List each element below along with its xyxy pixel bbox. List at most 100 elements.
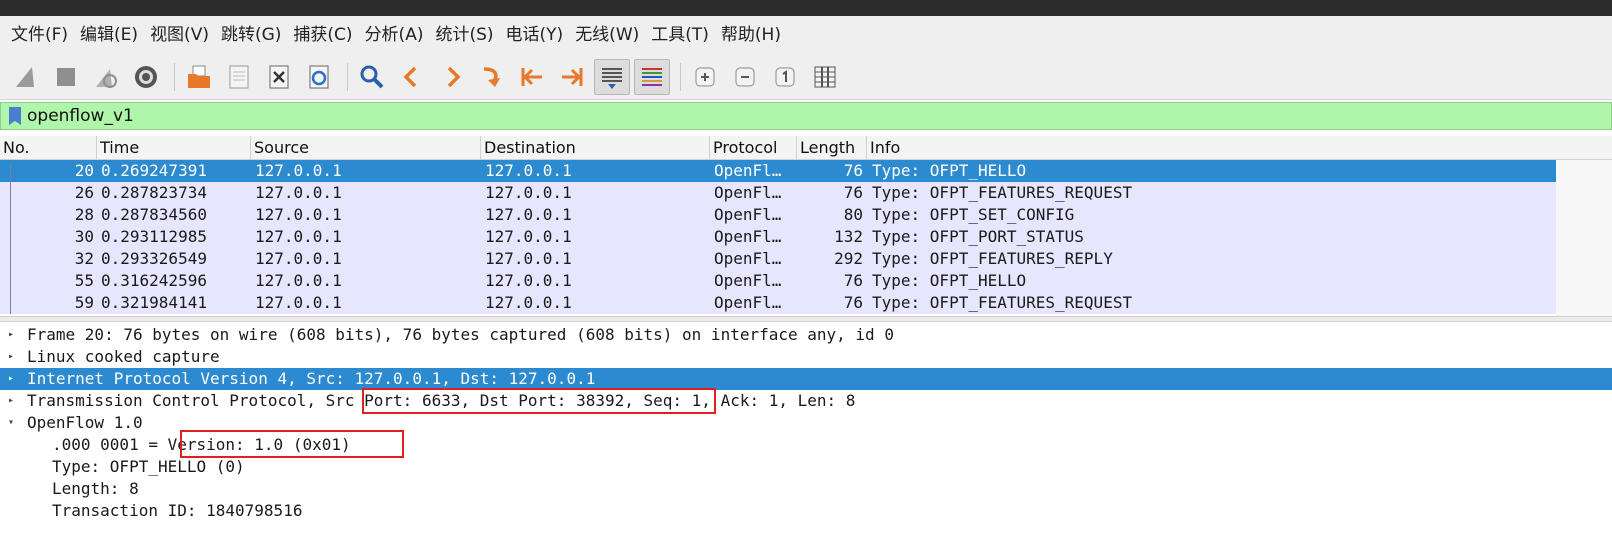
packet-source: 127.0.0.1 (255, 293, 342, 312)
packet-length: 76 (843, 161, 863, 180)
last-packet-button[interactable] (554, 59, 590, 95)
display-filter-bar[interactable]: openflow_v1 (0, 102, 1612, 130)
packet-no: 59 (74, 293, 94, 312)
toolbar-separator (680, 62, 681, 91)
packet-destination: 127.0.0.1 (485, 227, 572, 246)
packet-destination: 127.0.0.1 (485, 161, 572, 180)
packet-protocol: OpenFl… (714, 227, 782, 246)
toolbar-separator (347, 62, 348, 91)
packet-no: 55 (74, 271, 94, 290)
first-packet-icon (521, 67, 542, 86)
packet-info: Type: OFPT_HELLO (872, 271, 1027, 290)
packet-list-header: No. Time Source Destination Protocol Len… (0, 136, 1612, 160)
resize-columns-button[interactable] (807, 59, 843, 95)
menu-wireless[interactable]: 无线(W) (570, 16, 644, 54)
filter-bookmark-icon[interactable] (9, 107, 21, 125)
packet-info: Type: OFPT_FEATURES_REPLY (872, 249, 1113, 268)
restart-icon (96, 68, 117, 88)
expand-arrow-icon[interactable]: ▸ (8, 368, 18, 390)
packet-length: 76 (843, 271, 863, 290)
column-header-destination[interactable]: Destination (481, 136, 710, 160)
packet-row[interactable]: 28 0.287834560 127.0.0.1 127.0.0.1 OpenF… (0, 204, 1556, 226)
find-packet-button[interactable] (354, 59, 390, 95)
collapse-arrow-icon[interactable]: ▾ (8, 412, 18, 434)
tree-item-type[interactable]: Type: OFPT_HELLO (0) (0, 456, 1612, 478)
tree-item-ipv4[interactable]: ▸ Internet Protocol Version 4, Src: 127.… (0, 368, 1612, 390)
tree-item-length[interactable]: Length: 8 (0, 478, 1612, 500)
tree-item-label: Linux cooked capture (27, 347, 220, 366)
packet-protocol: OpenFl… (714, 293, 782, 312)
tree-item-label: Frame 20: 76 bytes on wire (608 bits), 7… (27, 325, 894, 344)
packet-details-tree: ▸ Frame 20: 76 bytes on wire (608 bits),… (0, 322, 1612, 554)
expand-arrow-icon[interactable]: ▸ (8, 390, 18, 412)
menu-analyze[interactable]: 分析(A) (360, 16, 429, 54)
packet-length: 76 (843, 293, 863, 312)
save-file-button[interactable] (221, 59, 257, 95)
menu-edit[interactable]: 编辑(E) (75, 16, 143, 54)
column-header-protocol[interactable]: Protocol (710, 136, 797, 160)
packet-length: 292 (834, 249, 863, 268)
colorize-icon (642, 67, 662, 86)
column-header-no[interactable]: No. (0, 136, 97, 160)
packet-destination: 127.0.0.1 (485, 205, 572, 224)
column-header-time[interactable]: Time (97, 136, 251, 160)
packet-list: No. Time Source Destination Protocol Len… (0, 136, 1612, 316)
packet-row[interactable]: 20 0.269247391 127.0.0.1 127.0.0.1 OpenF… (0, 160, 1556, 182)
tree-item-transaction-id[interactable]: Transaction ID: 1840798516 (0, 500, 1612, 522)
menu-view[interactable]: 视图(V) (145, 16, 214, 54)
packet-info: Type: OFPT_HELLO (872, 161, 1027, 180)
previous-packet-button[interactable] (394, 59, 430, 95)
menu-telephony[interactable]: 电话(Y) (501, 16, 569, 54)
menu-go[interactable]: 跳转(G) (216, 16, 286, 54)
capture-options-button[interactable] (128, 59, 164, 95)
tree-item-frame[interactable]: ▸ Frame 20: 76 bytes on wire (608 bits),… (0, 324, 1612, 346)
stop-capture-button[interactable] (48, 59, 84, 95)
tree-item-label: Internet Protocol Version 4, Src: 127.0.… (27, 369, 596, 388)
tree-item-linux-cooked[interactable]: ▸ Linux cooked capture (0, 346, 1612, 368)
restart-capture-button[interactable] (88, 59, 124, 95)
reload-file-button[interactable] (301, 59, 337, 95)
tree-item-tcp[interactable]: ▸ Transmission Control Protocol, Src Por… (0, 390, 1612, 412)
column-header-info[interactable]: Info (867, 136, 1612, 160)
stop-icon (57, 67, 75, 86)
menu-tools[interactable]: 工具(T) (646, 16, 714, 54)
zoom-out-button[interactable] (727, 59, 763, 95)
expand-arrow-icon[interactable]: ▸ (8, 346, 18, 368)
packet-no: 32 (74, 249, 94, 268)
packet-source: 127.0.0.1 (255, 249, 342, 268)
column-header-source[interactable]: Source (251, 136, 481, 160)
packet-row[interactable]: 30 0.293112985 127.0.0.1 127.0.0.1 OpenF… (0, 226, 1556, 248)
expand-arrow-icon[interactable]: ▸ (8, 324, 18, 346)
first-packet-button[interactable] (514, 59, 550, 95)
last-packet-icon (562, 67, 583, 86)
packet-protocol: OpenFl… (714, 205, 782, 224)
menu-statistics[interactable]: 统计(S) (430, 16, 498, 54)
menu-help[interactable]: 帮助(H) (716, 16, 786, 54)
options-gear-icon (135, 65, 157, 88)
close-file-button[interactable] (261, 59, 297, 95)
packet-row[interactable]: 59 0.321984141 127.0.0.1 127.0.0.1 OpenF… (0, 292, 1556, 314)
packet-list-scrollbar[interactable] (1556, 160, 1612, 316)
display-filter-input[interactable]: openflow_v1 (27, 106, 134, 126)
packet-protocol: OpenFl… (714, 161, 782, 180)
next-packet-button[interactable] (434, 59, 470, 95)
packet-row[interactable]: 32 0.293326549 127.0.0.1 127.0.0.1 OpenF… (0, 248, 1556, 270)
packet-row[interactable]: 26 0.287823734 127.0.0.1 127.0.0.1 OpenF… (0, 182, 1556, 204)
autoscroll-button[interactable] (594, 58, 630, 95)
open-folder-icon (188, 65, 210, 88)
packet-destination: 127.0.0.1 (485, 183, 572, 202)
open-file-button[interactable] (181, 59, 217, 95)
goto-packet-button[interactable] (474, 59, 510, 95)
menu-capture[interactable]: 捕获(C) (288, 16, 357, 54)
menu-file[interactable]: 文件(F) (6, 16, 73, 54)
menu-bar: 文件(F) 编辑(E) 视图(V) 跳转(G) 捕获(C) 分析(A) 统计(S… (0, 16, 1612, 54)
packet-row[interactable]: 55 0.316242596 127.0.0.1 127.0.0.1 OpenF… (0, 270, 1556, 292)
packet-no: 26 (74, 183, 94, 202)
packet-destination: 127.0.0.1 (485, 271, 572, 290)
colorize-button[interactable] (634, 58, 670, 95)
normal-size-button[interactable] (767, 59, 803, 95)
start-capture-button[interactable] (8, 59, 44, 95)
column-header-length[interactable]: Length (797, 136, 867, 160)
zoom-in-button[interactable] (687, 59, 723, 95)
packet-info: Type: OFPT_SET_CONFIG (872, 205, 1075, 224)
